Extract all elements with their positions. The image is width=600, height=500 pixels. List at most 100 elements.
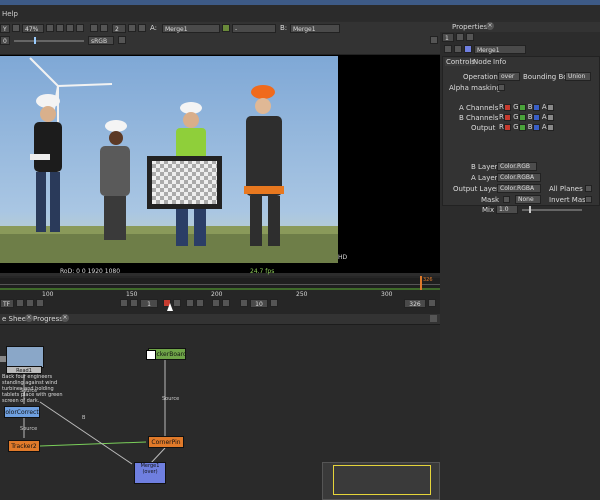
- composite-op-combo[interactable]: -: [232, 24, 276, 33]
- output-layer-label: Output Layer: [453, 185, 500, 193]
- navigator-viewport[interactable]: [333, 465, 431, 495]
- read-node-thumbnail[interactable]: [6, 346, 44, 368]
- ruler-label-100: 100: [42, 291, 54, 298]
- layer-combo[interactable]: Y: [0, 24, 10, 33]
- fps-combo[interactable]: TF: [0, 299, 14, 308]
- node-graph[interactable]: e Sheet × Progress × Read1 Back four eng…: [0, 314, 440, 500]
- lut-icon[interactable]: [118, 36, 126, 44]
- mix-field[interactable]: 1.0: [496, 205, 518, 214]
- a-layer-combo[interactable]: Color.RGBA: [497, 173, 541, 182]
- tracker-node[interactable]: Tracker2: [8, 440, 40, 452]
- color-correct-node[interactable]: olorCorrect: [4, 406, 40, 418]
- roi-icon[interactable]: [76, 24, 84, 32]
- max-panels-field[interactable]: 1: [442, 33, 454, 42]
- checker-icon[interactable]: [100, 24, 108, 32]
- out-channel-r-checkbox[interactable]: [503, 123, 511, 131]
- loop-icon[interactable]: [16, 299, 24, 307]
- prev-increment-icon[interactable]: [212, 299, 220, 307]
- merge-node[interactable]: Merge1 (over): [134, 462, 166, 484]
- zoom-combo[interactable]: 47%: [22, 24, 44, 33]
- mix-slider[interactable]: [522, 209, 582, 211]
- corner-pin-node[interactable]: CornerPin: [148, 436, 184, 448]
- step-field[interactable]: 10: [250, 299, 268, 308]
- tab-info[interactable]: Info: [493, 58, 506, 66]
- close-icon[interactable]: ×: [486, 22, 494, 30]
- overlay-icon[interactable]: [128, 24, 136, 32]
- a-channel-r-checkbox[interactable]: [503, 103, 511, 111]
- proxy-icon[interactable]: [12, 24, 20, 32]
- play-icon[interactable]: [173, 299, 181, 307]
- merge-node-sub: (over): [142, 469, 158, 475]
- operation-combo[interactable]: over: [498, 72, 520, 81]
- navigator[interactable]: [322, 462, 440, 500]
- back-step-icon[interactable]: [240, 299, 248, 307]
- gamma-combo[interactable]: 2: [112, 24, 126, 33]
- current-frame-field[interactable]: 1: [140, 299, 158, 308]
- b-layer-combo[interactable]: Color.RGB: [497, 162, 537, 171]
- input-b-combo[interactable]: Merge1: [290, 24, 340, 33]
- menu-help[interactable]: Help: [2, 10, 18, 18]
- mix-slider-handle[interactable]: [529, 206, 531, 213]
- all-planes-checkbox[interactable]: [585, 185, 592, 192]
- frame-field[interactable]: 0: [0, 36, 10, 45]
- out-channel-a-checkbox[interactable]: [546, 123, 554, 131]
- properties-tab[interactable]: Properties: [452, 23, 487, 31]
- settings-icon[interactable]: [454, 45, 462, 53]
- next-increment-icon[interactable]: [222, 299, 230, 307]
- set-range-icon[interactable]: [428, 299, 436, 307]
- b-channel-b-checkbox[interactable]: [532, 113, 540, 121]
- edge-label-source-3: Source: [162, 396, 180, 402]
- out-channel-b-checkbox[interactable]: [532, 123, 540, 131]
- tab-node[interactable]: Node: [473, 58, 491, 66]
- clear-panels-icon[interactable]: [456, 33, 464, 41]
- b-channels-row: R G B A: [499, 113, 554, 121]
- end-marker[interactable]: [420, 276, 422, 290]
- wipe-icon[interactable]: [138, 24, 146, 32]
- timeline[interactable]: 326 100 150 200 250 300: [0, 276, 440, 314]
- read-node-dot[interactable]: [0, 356, 6, 362]
- pause-icon[interactable]: [66, 24, 74, 32]
- a-channel-b-checkbox[interactable]: [532, 103, 540, 111]
- gain-slider[interactable]: [14, 40, 84, 42]
- bounding-box-combo[interactable]: Union: [565, 72, 591, 81]
- last-frame-field[interactable]: 326: [404, 299, 426, 308]
- output-layer-combo[interactable]: Color.RGBA: [497, 184, 541, 193]
- viewer-toolbar: Y 47% 2 A: Merge1 - B: Merge1 0 sRGB: [0, 22, 440, 55]
- b-channel-r-checkbox[interactable]: [503, 113, 511, 121]
- mask-combo[interactable]: None: [515, 195, 541, 204]
- forward-step-icon[interactable]: [270, 299, 278, 307]
- prev-frame-icon[interactable]: [130, 299, 138, 307]
- viewer-image: [0, 56, 338, 263]
- next-keyframe-icon[interactable]: [186, 299, 194, 307]
- close-panels-icon[interactable]: [466, 33, 474, 41]
- input-a-combo[interactable]: Merge1: [162, 24, 220, 33]
- maximize-icon[interactable]: [430, 36, 438, 44]
- gain-slider-handle[interactable]: [34, 37, 36, 44]
- turbo-icon[interactable]: [36, 299, 44, 307]
- mask-checkbox[interactable]: [503, 196, 510, 203]
- b-channel-a-checkbox[interactable]: [546, 113, 554, 121]
- proxy-toggle-icon[interactable]: [26, 299, 34, 307]
- node-name-field[interactable]: Merge1: [474, 45, 526, 54]
- colorspace-combo[interactable]: sRGB: [88, 36, 114, 45]
- a-channel-g-checkbox[interactable]: [518, 103, 526, 111]
- menu-bar: Help: [0, 0, 600, 21]
- invert-mask-checkbox[interactable]: [585, 196, 592, 203]
- goto-start-icon[interactable]: [120, 299, 128, 307]
- node-color-icon[interactable]: [464, 45, 472, 53]
- ruler-label-250: 250: [296, 291, 308, 298]
- refresh-icon[interactable]: [56, 24, 64, 32]
- a-channel-a-checkbox[interactable]: [546, 103, 554, 111]
- read-node[interactable]: Read1: [6, 366, 42, 374]
- b-channel-g-checkbox[interactable]: [518, 113, 526, 121]
- alpha-masking-checkbox[interactable]: [498, 84, 505, 91]
- alpha-masking-label: Alpha masking: [449, 84, 501, 92]
- operation-label: Operation: [463, 73, 498, 81]
- center-node-icon[interactable]: [444, 45, 452, 53]
- render-icon[interactable]: [90, 24, 98, 32]
- out-channel-g-checkbox[interactable]: [518, 123, 526, 131]
- next-frame-icon[interactable]: [196, 299, 204, 307]
- tab-controls[interactable]: Controls: [445, 58, 476, 66]
- op-icon[interactable]: [222, 24, 230, 32]
- clip-icon[interactable]: [46, 24, 54, 32]
